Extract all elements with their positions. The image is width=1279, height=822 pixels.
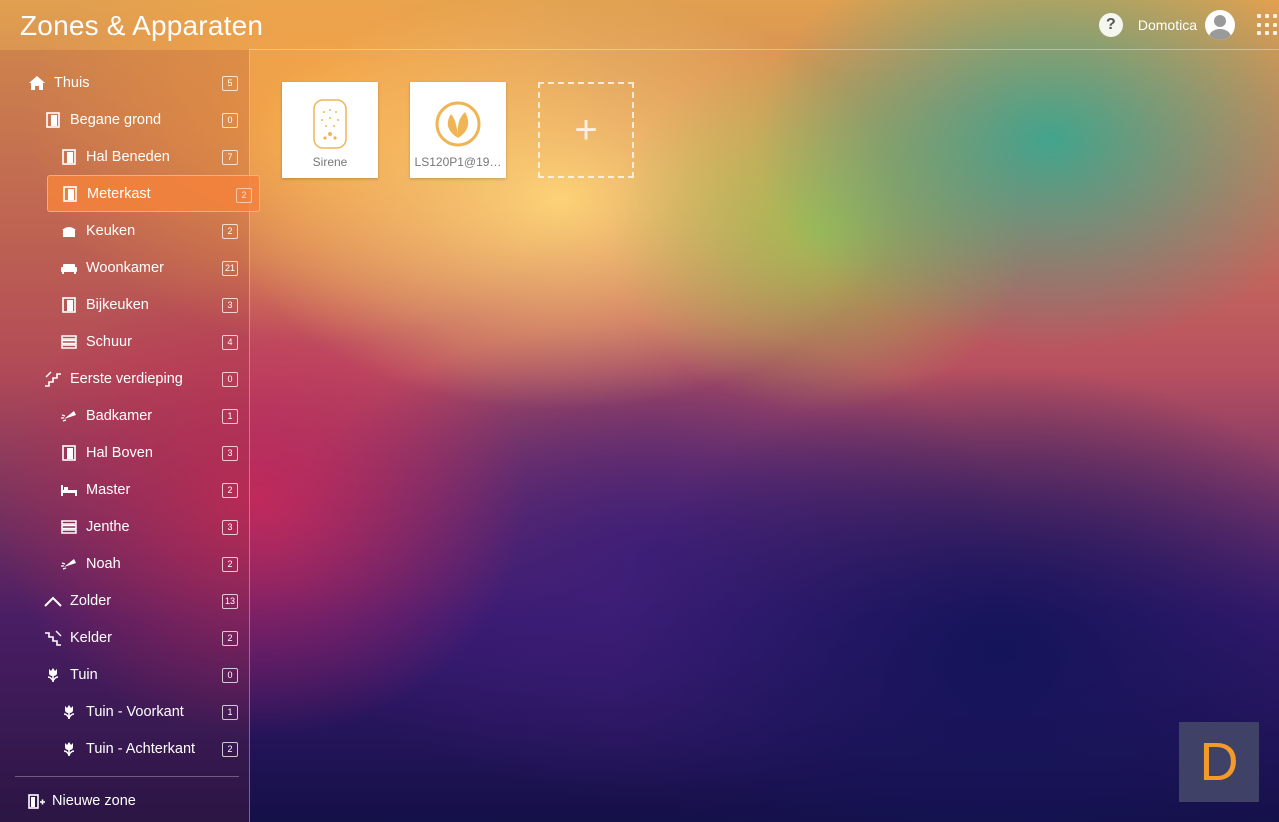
sidebar-zone-item[interactable]: Bijkeuken 3: [0, 286, 249, 323]
zone-label: Woonkamer: [86, 259, 164, 276]
shelves-icon: [60, 334, 78, 350]
zone-label: Meterkast: [87, 185, 151, 202]
sidebar-zone-item[interactable]: Eerste verdieping 0: [0, 360, 249, 397]
tulip-icon: [60, 704, 78, 720]
zone-label: Jenthe: [86, 518, 130, 535]
zone-count-badge: 2: [222, 631, 238, 646]
sidebar-zone-item[interactable]: Schuur 4: [0, 323, 249, 360]
door-icon: [60, 148, 78, 165]
sidebar-zone-item[interactable]: Meterkast 2: [47, 175, 260, 212]
zone-label: Eerste verdieping: [70, 370, 183, 387]
zone-count-badge: 7: [222, 150, 238, 165]
new-zone-label: Nieuwe zone: [52, 793, 136, 809]
help-icon[interactable]: ?: [1098, 13, 1123, 37]
zone-count-badge: 2: [222, 483, 238, 498]
zone-label: Zolder: [70, 592, 112, 609]
sidebar-zone-item[interactable]: Noah 2: [0, 545, 249, 582]
kitchen-icon: [60, 223, 78, 239]
leaf-icon: [432, 96, 484, 152]
zone-label: Badkamer: [86, 407, 153, 424]
zone-count-badge: 3: [222, 520, 238, 535]
zone-count-badge: 2: [222, 557, 238, 572]
stairs-up-icon: [44, 371, 62, 387]
sidebar-zone-item[interactable]: Badkamer 1: [0, 397, 249, 434]
bed-icon: [60, 482, 78, 498]
sidebar-zone-item[interactable]: Tuin - Achterkant 2: [0, 730, 249, 767]
door-icon: [60, 296, 78, 313]
zone-count-badge: 0: [222, 668, 238, 683]
device-card[interactable]: Sirene: [282, 82, 378, 178]
new-zone-button[interactable]: Nieuwe zone: [28, 788, 136, 814]
zone-count-badge: 13: [221, 594, 238, 609]
zone-count-badge: 5: [222, 76, 238, 91]
zone-label: Hal Beneden: [86, 148, 170, 165]
zone-label: Tuin - Voorkant: [86, 703, 184, 720]
top-right-controls: ? Domotica: [1098, 8, 1279, 42]
zone-count-badge: 2: [236, 188, 252, 203]
sidebar-zone-item[interactable]: Begane grond 0: [0, 101, 249, 138]
add-device-button[interactable]: +: [538, 82, 634, 178]
sidebar-zone-item[interactable]: Hal Beneden 7: [0, 138, 249, 175]
sidebar-zone-item[interactable]: Woonkamer 21: [0, 249, 249, 286]
sidebar-zone-item[interactable]: Hal Boven 3: [0, 434, 249, 471]
shelves-icon: [60, 519, 78, 535]
device-grid: Sirene LS120P1@19… +: [282, 82, 634, 178]
door-icon: [60, 444, 78, 461]
user-name[interactable]: Domotica: [1138, 17, 1197, 33]
sidebar-divider: [15, 776, 239, 777]
device-card[interactable]: LS120P1@19…: [410, 82, 506, 178]
shower-icon: [60, 556, 78, 572]
device-label: LS120P1@19…: [414, 155, 502, 169]
zone-label: Begane grond: [70, 111, 162, 128]
door-icon: [61, 185, 79, 202]
roof-icon: [44, 593, 62, 609]
device-label: Sirene: [312, 155, 348, 169]
zone-count-badge: 0: [222, 372, 238, 387]
zone-sidebar: Thuis 5 Begane grond 0 Hal Beneden 7 Meterkast…: [0, 50, 260, 822]
home-icon: [28, 75, 46, 91]
sidebar-zone-item[interactable]: Zolder 13: [0, 582, 249, 619]
tulip-icon: [44, 667, 62, 683]
tulip-icon: [60, 741, 78, 757]
zone-count-badge: 1: [222, 705, 238, 720]
zone-count-badge: 1: [222, 409, 238, 424]
zone-label: Keuken: [86, 222, 136, 239]
zone-label: Master: [86, 481, 131, 498]
zone-label: Kelder: [70, 629, 112, 646]
zone-count-badge: 2: [222, 742, 238, 757]
zone-label: Bijkeuken: [86, 296, 149, 313]
shower-icon: [60, 408, 78, 424]
sidebar-zone-item[interactable]: Jenthe 3: [0, 508, 249, 545]
stairs-down-icon: [44, 630, 62, 646]
zone-count-badge: 3: [222, 446, 238, 461]
zone-label: Hal Boven: [86, 444, 153, 461]
page-title: Zones & Apparaten: [20, 10, 264, 41]
new-zone-icon: [28, 793, 46, 809]
apps-grid-icon[interactable]: [1257, 14, 1279, 36]
zone-label: Thuis: [54, 74, 90, 91]
zone-label: Tuin - Achterkant: [86, 740, 196, 757]
brand-badge: D: [1179, 722, 1259, 802]
zone-label: Noah: [86, 555, 121, 572]
zone-count-badge: 0: [222, 113, 238, 128]
zone-label: Tuin: [70, 666, 98, 683]
sidebar-zone-item[interactable]: Thuis 5: [0, 64, 249, 101]
zone-label: Schuur: [86, 333, 132, 350]
sidebar-zone-item[interactable]: Master 2: [0, 471, 249, 508]
sidebar-zone-item[interactable]: Kelder 2: [0, 619, 249, 656]
door-icon: [44, 111, 62, 128]
zone-count-badge: 4: [222, 335, 238, 350]
sidebar-zone-item[interactable]: Tuin - Voorkant 1: [0, 693, 249, 730]
zone-count-badge: 3: [222, 298, 238, 313]
sofa-icon: [60, 260, 78, 276]
content-divider: [249, 49, 1279, 50]
top-bar: Zones & Apparaten ? Domotica: [0, 0, 1279, 50]
sidebar-zone-item[interactable]: Keuken 2: [0, 212, 249, 249]
zone-count-badge: 2: [222, 224, 238, 239]
siren-icon: [304, 96, 356, 152]
zone-count-badge: 21: [221, 261, 238, 276]
avatar[interactable]: [1205, 10, 1235, 40]
sidebar-zone-item[interactable]: Tuin 0: [0, 656, 249, 693]
zone-list: Thuis 5 Begane grond 0 Hal Beneden 7 Meterkast…: [0, 64, 260, 767]
